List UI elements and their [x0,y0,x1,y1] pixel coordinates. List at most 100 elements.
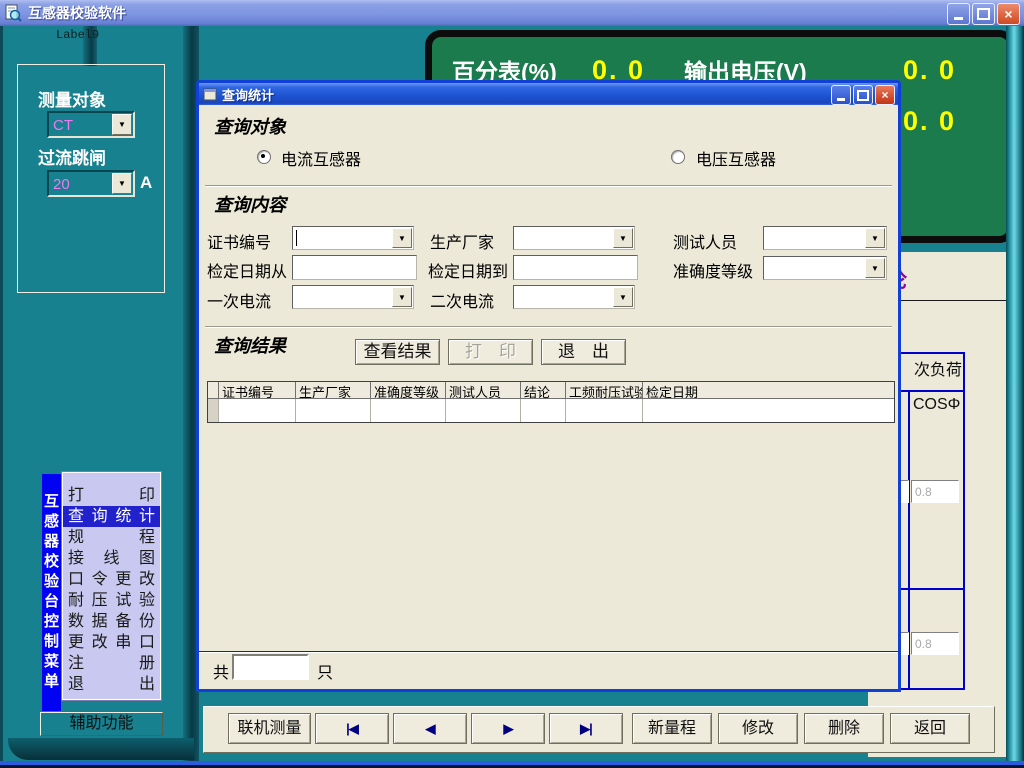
app-window: 互感器校验软件 × Label9 百分表(%) 0. 0 输出电压(V) 0. … [0,0,1024,768]
chevron-down-icon[interactable]: ▼ [392,228,412,248]
menu-item-exit[interactable]: 退出 [63,674,160,695]
aux-functions-button[interactable]: 辅助功能 [40,712,163,736]
app-icon [4,4,22,22]
measure-target-label: 测量对象 [38,86,106,111]
radio-dot [261,154,265,158]
overcurrent-label: 过流跳闸 [38,144,106,169]
modify-button[interactable]: 修改 [718,713,798,744]
next-record-button[interactable]: ▶ [471,713,545,744]
radio-current-transformer[interactable] [257,150,271,164]
manufacturer-combo[interactable]: ▼ [513,226,635,250]
window-left-edge [0,26,3,762]
secondary-current-combo[interactable]: ▼ [513,285,635,309]
cert-no-combo[interactable]: ▼ [292,226,414,250]
menu-item-data-backup[interactable]: 数据备份 [63,611,160,632]
table-cell [643,399,894,422]
menu-item-serial-port[interactable]: 更改串口 [63,632,160,653]
row-selector-cell [208,399,219,422]
dialog-minimize-button[interactable] [831,85,851,105]
accuracy-label: 准确度等级 [673,258,753,282]
exit-button[interactable]: 退 出 [541,339,626,365]
chevron-down-icon[interactable]: ▼ [112,114,132,135]
overcurrent-unit: A [140,173,152,193]
date-to-input[interactable] [513,255,638,280]
bottom-toolbar: 联机测量 |◀ ◀ ▶ ▶| 新量程 修改 删除 返回 [203,706,995,753]
cos-phi-input-1[interactable]: 0.8 [911,480,959,503]
chevron-down-icon[interactable]: ▼ [392,287,412,307]
dialog-titlebar: 查询统计 × [199,83,898,105]
chevron-down-icon[interactable]: ▼ [865,258,885,278]
main-titlebar: 互感器校验软件 × [0,0,1024,26]
unit-label: 只 [317,659,333,683]
radio-current-transformer-label: 电流互感器 [281,146,361,170]
radio-voltage-transformer-label: 电压互感器 [696,146,776,170]
cos-phi-input-2[interactable]: 0.8 [911,632,959,655]
chevron-down-icon[interactable]: ▼ [613,228,633,248]
date-from-input[interactable] [292,255,417,280]
cert-no-label: 证书编号 [207,229,271,253]
chevron-down-icon[interactable]: ▼ [865,228,885,248]
radio-voltage-transformer[interactable] [671,150,685,164]
close-button[interactable]: × [997,3,1020,25]
table-cell [296,399,371,422]
divider [199,651,898,653]
window-title: 互感器校验软件 [28,3,126,23]
menu-item-withstand-test[interactable]: 耐压试验 [63,590,160,611]
panel-corner-decoration [8,738,194,760]
date-from-label: 检定日期从 [207,258,287,282]
query-statistics-dialog: 查询统计 × 查询对象 电流互感器 电压互感器 查询内容 证书编号 ▼ 生产厂家 [196,80,901,692]
table-cell [521,399,566,422]
tester-combo[interactable]: ▼ [763,226,887,250]
total-count-input[interactable] [232,654,309,680]
header-withstand-test: 工频耐压试验 [566,382,643,399]
section-query-target: 查询对象 [214,113,286,139]
output-voltage-value-2: 0. 0 [903,106,956,137]
window-right-edge [1006,26,1024,763]
header-verify-date: 检定日期 [643,382,894,399]
menu-item-print[interactable]: 打印 [63,485,160,506]
burden-header-fragment: 次负荷 [914,356,962,380]
measure-target-value: CT [53,117,73,134]
previous-record-button[interactable]: ◀ [393,713,467,744]
manufacturer-label: 生产厂家 [430,229,494,253]
table-cell [446,399,521,422]
print-button: 打 印 [448,339,533,365]
overcurrent-select[interactable]: 20 ▼ [47,170,135,197]
overcurrent-value: 20 [53,176,70,193]
back-button[interactable]: 返回 [890,713,970,744]
header-selector [208,382,219,399]
accuracy-combo[interactable]: ▼ [763,256,887,280]
table-line [963,352,965,690]
section-query-result: 查询结果 [214,332,286,358]
tester-label: 测试人员 [673,229,737,253]
delete-button[interactable]: 删除 [804,713,884,744]
header-conclusion: 结论 [521,382,566,399]
first-record-button[interactable]: |◀ [315,713,389,744]
measure-target-select[interactable]: CT ▼ [47,111,135,138]
dialog-close-button[interactable]: × [875,85,895,105]
menu-item-query-stats[interactable]: 查询统计 [63,506,160,527]
menu-item-password-change[interactable]: 口令更改 [63,569,160,590]
close-icon: × [881,89,888,101]
chevron-down-icon[interactable]: ▼ [613,287,633,307]
primary-current-combo[interactable]: ▼ [292,285,414,309]
label9-text: Label9 [56,28,99,42]
menu-item-register[interactable]: 注册 [63,653,160,674]
new-range-button[interactable]: 新量程 [632,713,712,744]
online-measure-button[interactable]: 联机测量 [228,713,311,744]
header-accuracy: 准确度等级 [371,382,446,399]
restore-button[interactable] [972,3,995,25]
secondary-current-label: 二次电流 [430,288,494,312]
table-header-row: 证书编号 生产厂家 准确度等级 测试人员 结论 工频耐压试验 检定日期 [208,382,894,399]
last-record-button[interactable]: ▶| [549,713,623,744]
total-label: 共 [213,659,229,683]
menu-item-wiring-diagram[interactable]: 接线图 [63,548,160,569]
results-table: 证书编号 生产厂家 准确度等级 测试人员 结论 工频耐压试验 检定日期 [207,381,895,423]
minimize-button[interactable] [947,3,970,25]
primary-current-label: 一次电流 [207,288,271,312]
section-query-content: 查询内容 [214,191,286,217]
dialog-maximize-button[interactable] [853,85,873,105]
view-results-button[interactable]: 查看结果 [355,339,440,365]
chevron-down-icon[interactable]: ▼ [112,173,132,194]
menu-item-regulations[interactable]: 规程 [63,527,160,548]
